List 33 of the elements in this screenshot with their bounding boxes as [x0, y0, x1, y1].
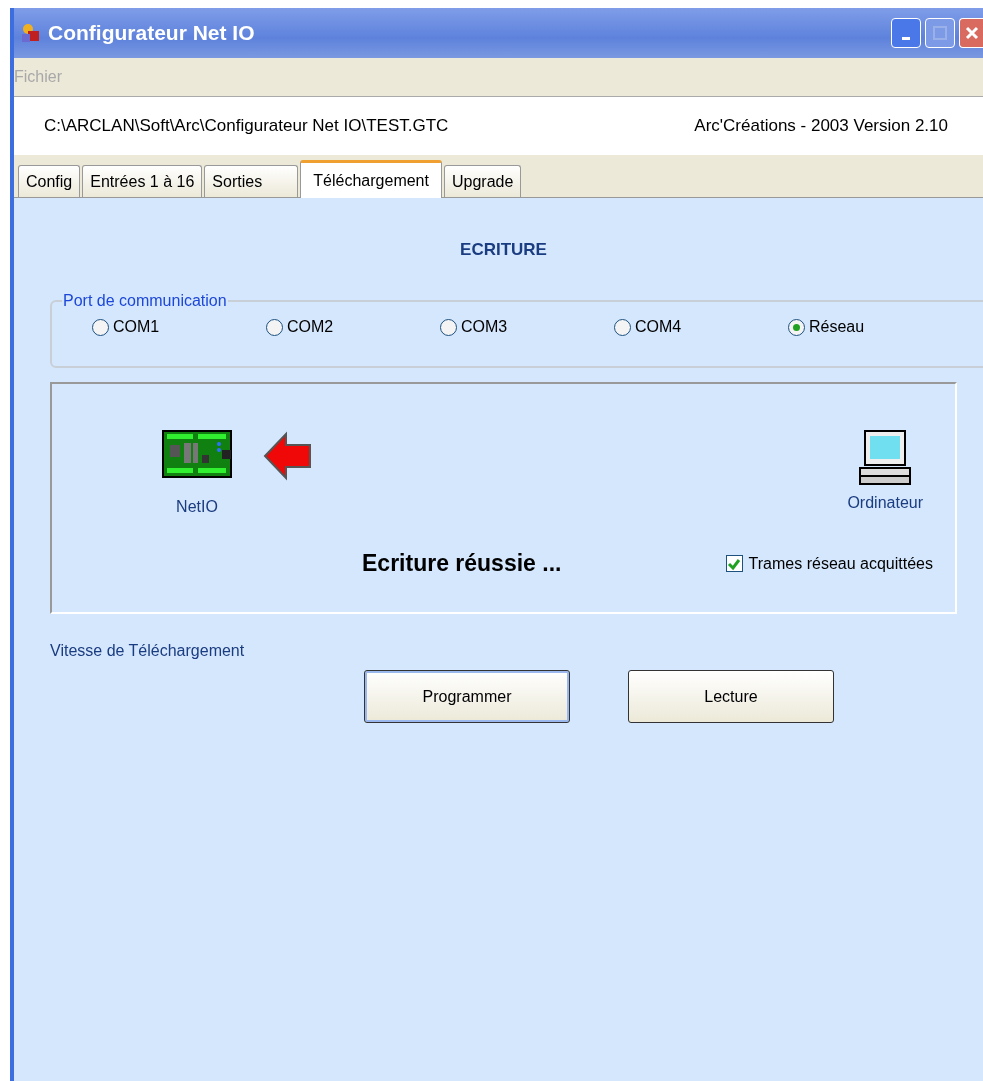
radio-option[interactable]: Réseau — [788, 318, 962, 336]
tab[interactable]: Sorties — [204, 165, 299, 197]
maximize-button[interactable] — [925, 18, 955, 48]
radio-option[interactable]: COM1 — [92, 318, 266, 336]
tab[interactable]: Config — [18, 165, 81, 197]
action-button[interactable]: Lecture — [628, 670, 834, 723]
computer-icon — [859, 430, 912, 486]
maximize-icon — [933, 26, 947, 40]
close-icon — [963, 25, 980, 41]
tab[interactable]: Téléchargement — [300, 160, 442, 198]
minimize-icon — [902, 36, 910, 40]
minimize-button[interactable] — [891, 18, 921, 48]
close-button[interactable] — [959, 18, 983, 48]
action-button[interactable]: Programmer — [364, 670, 570, 723]
radio-option[interactable]: COM4 — [614, 318, 788, 336]
tab[interactable]: Upgrade — [443, 165, 522, 197]
speed-label: Vitesse de Téléchargement — [50, 642, 246, 660]
tab[interactable]: Entrées 1 à 16 — [82, 165, 203, 197]
radio-option[interactable]: COM3 — [440, 318, 614, 336]
group-label: Port de communication — [62, 292, 228, 310]
ack-checkbox[interactable]: Trames réseau acquittées — [725, 554, 933, 573]
radio-option[interactable]: COM2 — [266, 318, 440, 336]
version-text: Arc'Créations - 2003 Version 2.10 — [694, 116, 948, 136]
computer-label: Ordinateur — [847, 494, 923, 512]
check-icon — [727, 556, 742, 571]
status-message: Ecriture réussie ... — [362, 550, 562, 577]
file-path: C:\ARCLAN\Soft\Arc\Configurateur Net IO\TEST.GTC — [44, 116, 449, 136]
section-heading: ECRITURE — [459, 240, 548, 260]
window-title: Configurateur Net IO — [48, 21, 255, 45]
left-arrow-icon — [262, 430, 314, 482]
circuit-board-icon — [162, 430, 232, 478]
device-label: NetIO — [176, 498, 218, 516]
app-icon — [20, 22, 42, 44]
